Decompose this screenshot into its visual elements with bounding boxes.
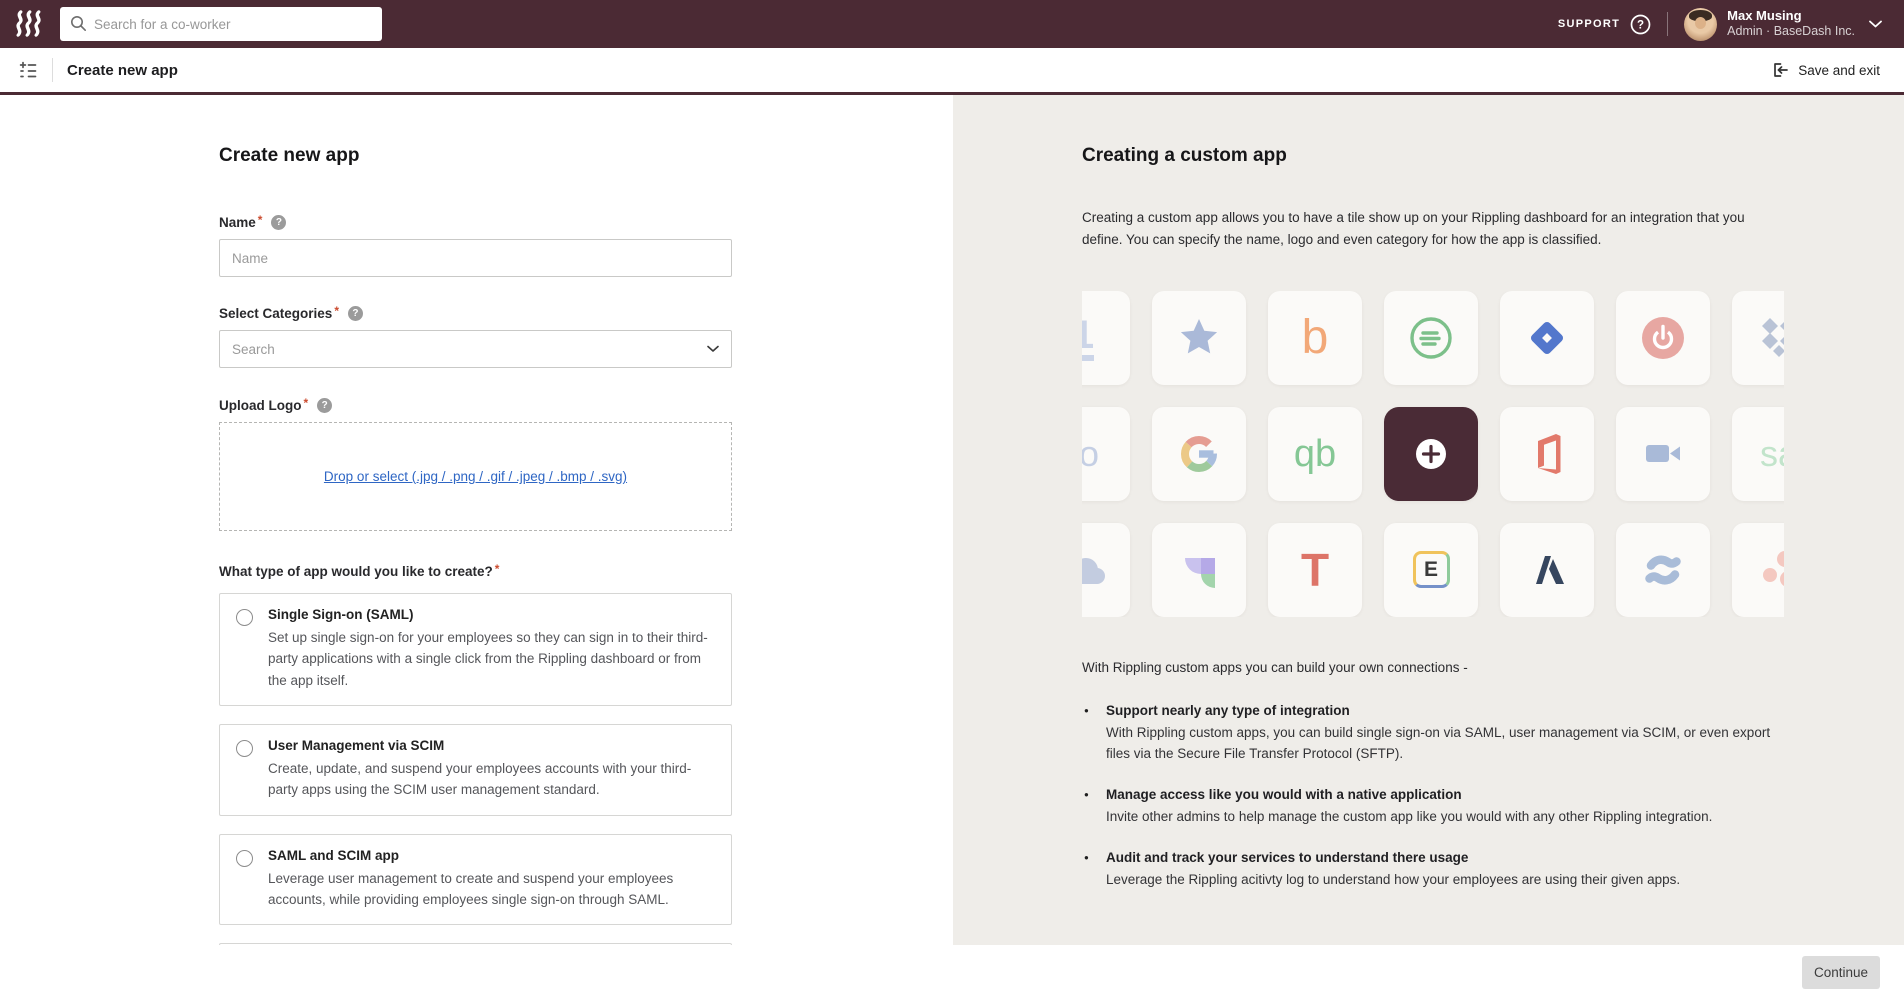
info-title: Creating a custom app <box>1082 145 1784 167</box>
option-description: Leverage user management to create and s… <box>268 868 715 911</box>
topbar: SUPPORT ? Max Musing Admin · BaseDash In… <box>0 0 1904 48</box>
categories-placeholder: Search <box>232 342 707 357</box>
name-input[interactable] <box>219 239 732 277</box>
app-tile-cloud <box>1082 523 1130 617</box>
info-panel: Creating a custom app Creating a custom … <box>953 95 1904 945</box>
create-new-app-page: SUPPORT ? Max Musing Admin · BaseDash In… <box>0 0 1904 999</box>
search-input[interactable] <box>60 7 382 41</box>
name-help-icon[interactable]: ? <box>271 215 286 230</box>
steps-list-icon[interactable] <box>16 58 40 82</box>
required-asterisk: * <box>334 304 339 318</box>
radio-button[interactable] <box>236 740 253 757</box>
form-panel: Create new app Name* ? Select Categories… <box>0 95 953 945</box>
drop-or-select-link[interactable]: Drop or select (.jpg / .png / .gif / .jp… <box>324 469 627 484</box>
topbar-right: SUPPORT ? Max Musing Admin · BaseDash In… <box>1558 8 1882 41</box>
support-label: SUPPORT <box>1558 18 1620 30</box>
app-tile-letters-sa: sa <box>1732 407 1784 501</box>
content: Create new app Name* ? Select Categories… <box>0 95 1904 945</box>
option-description: Set up single sign-on for your employees… <box>268 627 715 691</box>
app-tile-jira-diamond <box>1500 291 1594 385</box>
chevron-down-icon <box>707 345 719 353</box>
app-type-question: What type of app would you like to creat… <box>219 564 732 579</box>
app-tile-letter-b: b <box>1268 291 1362 385</box>
exit-icon <box>1771 61 1789 79</box>
app-tile-dropbox-diamonds <box>1732 291 1784 385</box>
app-tile-power-button <box>1616 291 1710 385</box>
info-intro: Creating a custom app allows you to have… <box>1082 207 1784 251</box>
bullet-item: Audit and track your services to underst… <box>1082 850 1784 891</box>
bullet-title: Audit and track your services to underst… <box>1106 850 1784 865</box>
categories-help-icon[interactable]: ? <box>348 306 363 321</box>
feature-bullets: Support nearly any type of integration W… <box>1082 703 1784 890</box>
avatar[interactable] <box>1684 8 1717 41</box>
topbar-divider <box>1667 12 1668 36</box>
app-tile-circle-lines <box>1384 291 1478 385</box>
name-label: Name* ? <box>219 215 732 230</box>
coworker-search <box>60 7 382 41</box>
bullet-title: Support nearly any type of integration <box>1106 703 1784 718</box>
required-asterisk: * <box>258 213 263 227</box>
option-title: SAML and SCIM app <box>268 848 715 863</box>
app-tile-pentagon-star <box>1152 291 1246 385</box>
header-divider <box>52 58 53 82</box>
bullet-item: Manage access like you would with a nati… <box>1082 787 1784 828</box>
upload-logo-label: Upload Logo* ? <box>219 398 732 413</box>
required-asterisk: * <box>303 396 308 410</box>
bullet-body: Invite other admins to help manage the c… <box>1106 806 1778 828</box>
user-role: Admin · BaseDash Inc. <box>1727 24 1855 40</box>
app-tile-confluence-waves <box>1616 523 1710 617</box>
app-tile-letters-qb: qb <box>1268 407 1362 501</box>
categories-select[interactable]: Search <box>219 330 732 368</box>
bullet-item: Support nearly any type of integration W… <box>1082 703 1784 765</box>
app-tile-letters-ro: ro <box>1082 407 1130 501</box>
radio-button[interactable] <box>236 850 253 867</box>
app-tile-pink-dots <box>1732 523 1784 617</box>
app-tile-plus-custom <box>1384 407 1478 501</box>
bullet-title: Manage access like you would with a nati… <box>1106 787 1784 802</box>
chevron-down-icon[interactable] <box>1869 20 1882 28</box>
option-title: Single Sign-on (SAML) <box>268 607 715 622</box>
categories-label: Select Categories* ? <box>219 306 732 321</box>
app-tile-office-box <box>1500 407 1594 501</box>
app-tile-letter-e-box: E <box>1384 523 1478 617</box>
flow-header: Create new app Save and exit <box>0 48 1904 95</box>
search-icon <box>70 15 87 32</box>
app-tile-google-g <box>1152 407 1246 501</box>
app-tile-grid: 1 b ro qb sa TE <box>1082 291 1784 617</box>
option-title: User Management via SCIM <box>268 738 715 753</box>
continue-button[interactable]: Continue <box>1802 956 1880 989</box>
app-tile-petals <box>1152 523 1246 617</box>
radio-button[interactable] <box>236 609 253 626</box>
bullet-body: With Rippling custom apps, you can build… <box>1106 722 1778 765</box>
app-tile-numeral-one: 1 <box>1082 291 1130 385</box>
svg-text:?: ? <box>1637 19 1644 31</box>
connections-intro: With Rippling custom apps you can build … <box>1082 660 1784 675</box>
option-single-sign-on-saml[interactable]: Single Sign-on (SAML) Set up single sign… <box>219 593 732 706</box>
user-name: Max Musing <box>1727 8 1855 24</box>
footer: Continue <box>0 945 1904 999</box>
option-description: Create, update, and suspend your employe… <box>268 758 715 801</box>
app-tile-video-camera <box>1616 407 1710 501</box>
support-button[interactable]: SUPPORT ? <box>1558 14 1651 35</box>
save-and-exit-button[interactable]: Save and exit <box>1771 61 1880 79</box>
form-title: Create new app <box>219 145 732 167</box>
logo-dropzone[interactable]: Drop or select (.jpg / .png / .gif / .jp… <box>219 422 732 531</box>
bullet-body: Leverage the Rippling acitivty log to un… <box>1106 869 1778 891</box>
save-and-exit-label: Save and exit <box>1798 63 1880 78</box>
upload-help-icon[interactable]: ? <box>317 398 332 413</box>
app-tile-letter-t: T <box>1268 523 1362 617</box>
user-info[interactable]: Max Musing Admin · BaseDash Inc. <box>1727 8 1855 40</box>
app-tile-atlassian-a <box>1500 523 1594 617</box>
rippling-logo-icon[interactable] <box>14 9 48 39</box>
option-saml-and-scim[interactable]: SAML and SCIM app Leverage user manageme… <box>219 834 732 926</box>
help-circle-icon[interactable]: ? <box>1630 14 1651 35</box>
option-user-management-scim[interactable]: User Management via SCIM Create, update,… <box>219 724 732 816</box>
page-title: Create new app <box>67 62 178 79</box>
